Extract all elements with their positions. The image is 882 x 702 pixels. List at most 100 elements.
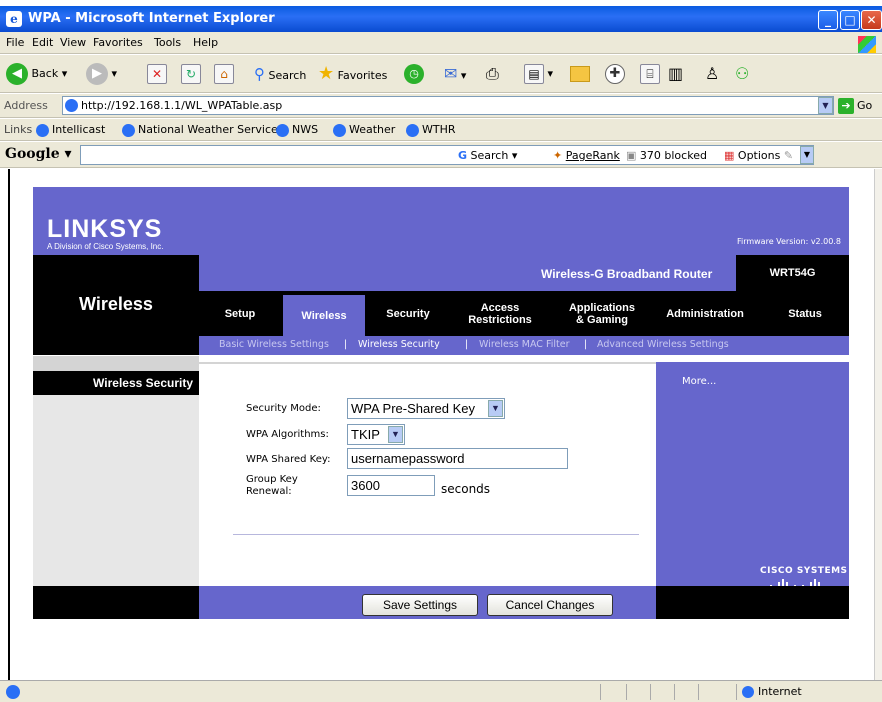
tab-applications-gaming[interactable]: Applications & Gaming [557, 291, 647, 336]
help-panel: More... CISCO SYSTEMS [656, 371, 849, 592]
ie-window-icon: e [6, 11, 22, 27]
close-button[interactable]: ✕ [861, 10, 882, 30]
group-key-renewal-input[interactable]: 3600 [347, 475, 435, 496]
google-g-icon: G [458, 149, 468, 162]
research-button[interactable]: ✚ [605, 61, 625, 87]
product-bar: Wireless-G Broadband Router WRT54G [199, 255, 849, 291]
search-icon: ⚲ [254, 65, 265, 83]
subnav-wireless-security[interactable]: Wireless Security [358, 336, 440, 353]
page-icon [65, 99, 78, 112]
footer-right [656, 586, 849, 619]
minimize-button[interactable]: _ [818, 10, 838, 30]
tab-status[interactable]: Status [773, 291, 837, 336]
print-button[interactable]: ⎙ [486, 61, 499, 87]
tab-wireless[interactable]: Wireless [283, 291, 365, 336]
tab-security[interactable]: Security [373, 291, 443, 336]
cancel-changes-button[interactable]: Cancel Changes [487, 594, 613, 616]
back-arrow-icon: ◀ [6, 63, 28, 85]
linksys-logo: LINKSYS [47, 215, 163, 243]
menu-edit[interactable]: Edit [32, 36, 53, 49]
links-bar: Links Intellicast National Weather Servi… [0, 119, 882, 141]
subnav-advanced-wireless[interactable]: Advanced Wireless Settings [597, 336, 729, 353]
group-key-renewal-label-1: Group Key [246, 474, 298, 485]
link-intellicast[interactable]: Intellicast [36, 123, 105, 137]
folder-icon [570, 66, 590, 82]
menu-view[interactable]: View [60, 36, 86, 49]
status-divider [650, 684, 651, 700]
cisco-brand: CISCO SYSTEMS [760, 566, 848, 576]
maximize-button[interactable]: □ [840, 10, 860, 30]
security-mode-value: WPA Pre-Shared Key [351, 401, 476, 416]
ie-page-icon [36, 123, 49, 137]
history-button[interactable]: ◷ [404, 61, 424, 87]
window-title: WPA - Microsoft Internet Explorer [28, 11, 275, 26]
tab-setup[interactable]: Setup [207, 291, 273, 336]
tab-access-restrictions[interactable]: Access Restrictions [457, 291, 543, 336]
pagerank-icon: ✦ [553, 149, 563, 162]
more-link[interactable]: More... [682, 376, 716, 387]
status-divider [698, 684, 699, 700]
firmware-version: Firmware Version: v2.00.8 [736, 237, 841, 246]
status-divider [600, 684, 601, 700]
address-input[interactable]: http://192.168.1.1/WL_WPATable.asp [62, 96, 834, 115]
home-icon: ⌂ [214, 64, 234, 84]
menu-file[interactable]: File [6, 36, 24, 49]
security-mode-label: Security Mode: [246, 403, 321, 414]
go-label: Go [857, 99, 873, 112]
tab-administration[interactable]: Administration [655, 291, 755, 336]
menu-tools[interactable]: Tools [154, 36, 181, 49]
wpa-shared-key-input[interactable]: usernamepassword [347, 448, 568, 469]
msn-button[interactable]: ⚇ [735, 61, 749, 87]
save-settings-button[interactable]: Save Settings [362, 594, 478, 616]
chevron-down-icon: ▼ [488, 400, 503, 417]
page-status-icon [6, 685, 20, 699]
left-section-heading: Wireless Security [33, 371, 199, 395]
google-search-button[interactable]: G Search ▾ [458, 149, 517, 162]
google-search-label: Search [470, 149, 509, 162]
mail-button[interactable]: ✉ ▾ [444, 61, 466, 87]
popup-blocker[interactable]: ▣ 370 blocked [626, 149, 707, 162]
address-dropdown-icon[interactable]: ▼ [818, 97, 833, 114]
edit-button[interactable]: ▤ ▾ [524, 61, 553, 87]
link-wthr[interactable]: WTHR [406, 123, 456, 137]
search-button[interactable]: ⚲ Search [254, 61, 306, 87]
pagerank-button[interactable]: ✦ PageRank [553, 149, 620, 162]
google-logo[interactable]: Google ▾ [5, 146, 72, 162]
forward-button[interactable]: ▶ ▾ [86, 61, 117, 87]
window-titlebar: e WPA - Microsoft Internet Explorer _ □ … [0, 6, 882, 32]
stop-icon: ✕ [147, 64, 167, 84]
status-bar: Internet [0, 680, 882, 702]
back-button[interactable]: ◀ Back ▾ [6, 61, 67, 87]
go-button[interactable]: ➔ Go [838, 97, 872, 114]
menu-bar: File Edit View Favorites Tools Help [0, 32, 882, 54]
msn-people-icon: ⚇ [735, 64, 750, 83]
contacts-button[interactable]: ♙ [705, 61, 719, 87]
link-weather[interactable]: Weather [333, 123, 395, 137]
address-label: Address [4, 99, 48, 112]
browser-toolbar: ◀ Back ▾ ▶ ▾ ✕ ↻ ⌂ ⚲ Search ★ Favorites … [0, 55, 882, 93]
google-dropdown-icon[interactable]: ▼ [800, 146, 814, 164]
refresh-button[interactable]: ↻ [181, 61, 201, 87]
section-title-box: Wireless [33, 255, 199, 355]
settings-form: Security Mode: WPA Pre-Shared Key ▼ WPA … [199, 371, 656, 586]
favorites-button[interactable]: ★ Favorites [318, 61, 387, 87]
subnav-basic-wireless[interactable]: Basic Wireless Settings [219, 336, 329, 353]
home-button[interactable]: ⌂ [214, 61, 234, 87]
folder-button[interactable] [570, 61, 590, 87]
sub-navigation: Basic Wireless Settings | Wireless Secur… [199, 336, 849, 355]
ie-page-icon [333, 123, 346, 137]
favorites-label: Favorites [337, 69, 388, 82]
discuss-button[interactable]: ▥ [668, 61, 683, 87]
search-label: Search [268, 69, 307, 82]
messenger-button[interactable]: ⌸ [640, 61, 660, 87]
menu-help[interactable]: Help [193, 36, 218, 49]
stop-button[interactable]: ✕ [147, 61, 167, 87]
subnav-mac-filter[interactable]: Wireless MAC Filter [479, 336, 569, 353]
link-nws[interactable]: NWS [276, 123, 318, 137]
link-national-weather-service[interactable]: National Weather Service [122, 123, 278, 137]
wpa-algorithms-select[interactable]: TKIP ▼ [347, 424, 405, 445]
google-options-button[interactable]: ▦ Options ✎ [724, 149, 793, 162]
vertical-scrollbar[interactable] [874, 169, 882, 680]
menu-favorites[interactable]: Favorites [93, 36, 143, 49]
security-mode-select[interactable]: WPA Pre-Shared Key ▼ [347, 398, 505, 419]
